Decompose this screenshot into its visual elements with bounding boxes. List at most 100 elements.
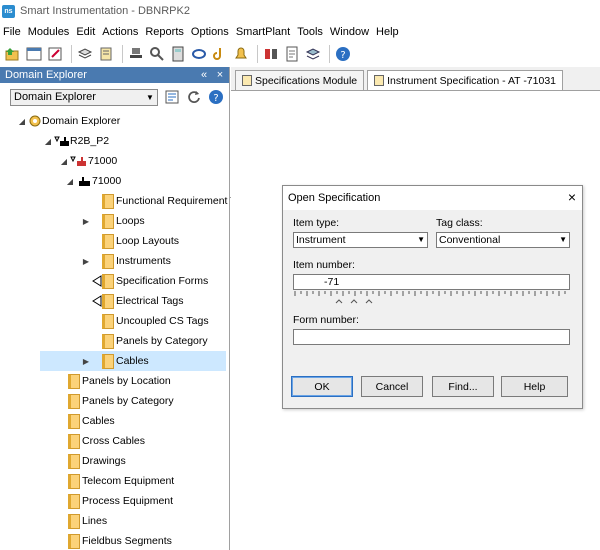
document-tabstrip: Specifications Module Instrument Specifi… bbox=[231, 67, 600, 91]
tree-node-area[interactable]: ◢ 71000 bbox=[58, 151, 117, 171]
collapsed-icon[interactable]: ▶ bbox=[80, 257, 92, 266]
properties-icon[interactable] bbox=[164, 89, 180, 105]
tree-node-domain-explorer[interactable]: ◢ Domain Explorer bbox=[16, 111, 120, 131]
cancel-button[interactable]: Cancel bbox=[361, 376, 423, 397]
tree-node-plant[interactable]: ◢ R2B_P2 bbox=[42, 131, 109, 151]
menu-modules[interactable]: Modules bbox=[25, 26, 74, 38]
help-icon[interactable]: ? bbox=[334, 45, 352, 63]
hook-icon[interactable] bbox=[211, 45, 229, 63]
item-type-select[interactable]: Instrument ▼ bbox=[293, 232, 428, 248]
tree-node-unit[interactable]: ◢ 71000 bbox=[64, 171, 121, 191]
expanded-icon[interactable]: ◢ bbox=[58, 157, 70, 166]
tree-node-cables[interactable]: Cables bbox=[68, 411, 115, 431]
tools-icon[interactable] bbox=[148, 45, 166, 63]
toolbar-separator bbox=[257, 45, 258, 63]
folder-icon bbox=[102, 313, 114, 329]
menu-reports[interactable]: Reports bbox=[142, 26, 188, 38]
chevron-down-icon[interactable]: ▼ bbox=[417, 235, 425, 244]
tree-node-loops[interactable]: ▶ Loops bbox=[80, 211, 145, 231]
find-button[interactable]: Find... bbox=[432, 376, 494, 397]
tree-node-panels-by-category[interactable]: Panels by Category bbox=[102, 331, 208, 351]
link-icon[interactable] bbox=[190, 45, 208, 63]
domain-explorer-panel: Domain Explorer « × Domain Explorer ▼ ? … bbox=[0, 67, 241, 550]
folder-icon bbox=[102, 333, 114, 349]
collapsed-icon[interactable]: ▶ bbox=[80, 217, 92, 226]
tree-node-lines[interactable]: Lines bbox=[68, 511, 107, 531]
tree-node-telecom-equipment[interactable]: Telecom Equipment bbox=[68, 471, 174, 491]
tree-node-fieldbus-segments[interactable]: Fieldbus Segments bbox=[68, 531, 172, 550]
explorer-combo-value: Domain Explorer bbox=[14, 91, 96, 103]
edit-form-icon[interactable] bbox=[46, 45, 64, 63]
folder-icon bbox=[68, 433, 80, 449]
menu-smartplant[interactable]: SmartPlant bbox=[233, 26, 294, 38]
panel-header: Domain Explorer « × bbox=[0, 67, 229, 83]
panel-toolbar: Domain Explorer ▼ ? bbox=[0, 83, 229, 111]
menu-help[interactable]: Help bbox=[373, 26, 403, 38]
help-button[interactable]: Help bbox=[501, 376, 568, 397]
form-number-field[interactable] bbox=[293, 329, 570, 345]
ok-button[interactable]: OK bbox=[291, 376, 353, 397]
tree-node-label: Specification Forms bbox=[116, 275, 209, 287]
tab-instrument-specification[interactable]: Instrument Specification - AT -71031 bbox=[367, 70, 564, 90]
item-number-field[interactable]: -71 bbox=[293, 274, 570, 290]
expanded-icon[interactable]: ◢ bbox=[64, 177, 76, 186]
tree-node-panels-by-category[interactable]: Panels by Category bbox=[68, 391, 174, 411]
tree-node-electrical-tags[interactable]: Electrical Tags bbox=[92, 291, 184, 311]
item-type-label: Item type: bbox=[293, 217, 340, 229]
calculator-icon[interactable] bbox=[169, 45, 187, 63]
document-icon[interactable] bbox=[283, 45, 301, 63]
menu-file[interactable]: File bbox=[0, 26, 25, 38]
stamp-icon[interactable] bbox=[127, 45, 145, 63]
title-bar: ns Smart Instrumentation - DBNRPK2 bbox=[0, 0, 600, 22]
tree-node-uncoupled-cs-tags[interactable]: Uncoupled CS Tags bbox=[102, 311, 209, 331]
wiring-icon[interactable] bbox=[262, 45, 280, 63]
svg-text:?: ? bbox=[340, 50, 345, 61]
filter-icon bbox=[92, 275, 102, 287]
menu-options[interactable]: Options bbox=[188, 26, 233, 38]
tree-node-panels-by-location[interactable]: Panels by Location bbox=[68, 371, 171, 391]
close-icon[interactable]: × bbox=[213, 69, 227, 81]
collapsed-icon[interactable]: ▶ bbox=[80, 357, 92, 366]
tree-node-label: Uncoupled CS Tags bbox=[116, 315, 209, 327]
expanded-icon[interactable]: ◢ bbox=[16, 117, 28, 126]
collapse-icon[interactable]: « bbox=[197, 69, 211, 81]
tree-node-instruments[interactable]: ▶ Instruments bbox=[80, 251, 171, 271]
folder-icon bbox=[102, 193, 114, 209]
expanded-icon[interactable]: ◢ bbox=[42, 137, 54, 146]
tree-node-label: Panels by Location bbox=[82, 375, 171, 387]
tree-node-specification-forms[interactable]: Specification Forms bbox=[92, 271, 208, 291]
chevron-down-icon[interactable]: ▼ bbox=[559, 235, 567, 244]
tree-node-cables-selected[interactable]: ▶ Cables bbox=[40, 351, 226, 371]
window-icon[interactable] bbox=[25, 45, 43, 63]
tree-node-cross-cables[interactable]: Cross Cables bbox=[68, 431, 145, 451]
tree-node-label: Instruments bbox=[116, 255, 171, 267]
tree-node-drawings[interactable]: Drawings bbox=[68, 451, 126, 471]
layers-icon[interactable] bbox=[76, 45, 94, 63]
form-number-label: Form number: bbox=[293, 314, 359, 326]
folder-icon bbox=[68, 413, 80, 429]
tree-node-loop-layouts[interactable]: Loop Layouts bbox=[102, 231, 179, 251]
unit-icon bbox=[79, 177, 90, 186]
menu-window[interactable]: Window bbox=[327, 26, 373, 38]
refresh-icon[interactable] bbox=[186, 89, 202, 105]
bell-icon[interactable] bbox=[232, 45, 250, 63]
stack-icon[interactable] bbox=[304, 45, 322, 63]
explorer-combo[interactable]: Domain Explorer ▼ bbox=[10, 88, 158, 106]
open-icon[interactable] bbox=[4, 45, 22, 63]
tree-node-process-equipment[interactable]: Process Equipment bbox=[68, 491, 173, 511]
menu-tools[interactable]: Tools bbox=[294, 26, 327, 38]
tab-specifications-module[interactable]: Specifications Module bbox=[235, 70, 365, 90]
tree-node-label: 71000 bbox=[92, 175, 122, 187]
menu-actions[interactable]: Actions bbox=[99, 26, 142, 38]
tree-node-functional-requirement[interactable]: Functional Requirement Ta bbox=[90, 191, 241, 211]
chevron-down-icon[interactable]: ▼ bbox=[143, 90, 157, 105]
menu-edit[interactable]: Edit bbox=[73, 26, 99, 38]
close-icon[interactable]: × bbox=[568, 189, 576, 205]
svg-text:?: ? bbox=[213, 93, 218, 104]
help-icon[interactable]: ? bbox=[208, 89, 224, 105]
tree-node-label: Fieldbus Segments bbox=[82, 535, 172, 547]
open-specification-dialog: Open Specification × Item type: Instrume… bbox=[282, 185, 583, 409]
folder-icon bbox=[68, 473, 80, 489]
tag-class-select[interactable]: Conventional ▼ bbox=[436, 232, 570, 248]
book-icon[interactable] bbox=[97, 45, 115, 63]
